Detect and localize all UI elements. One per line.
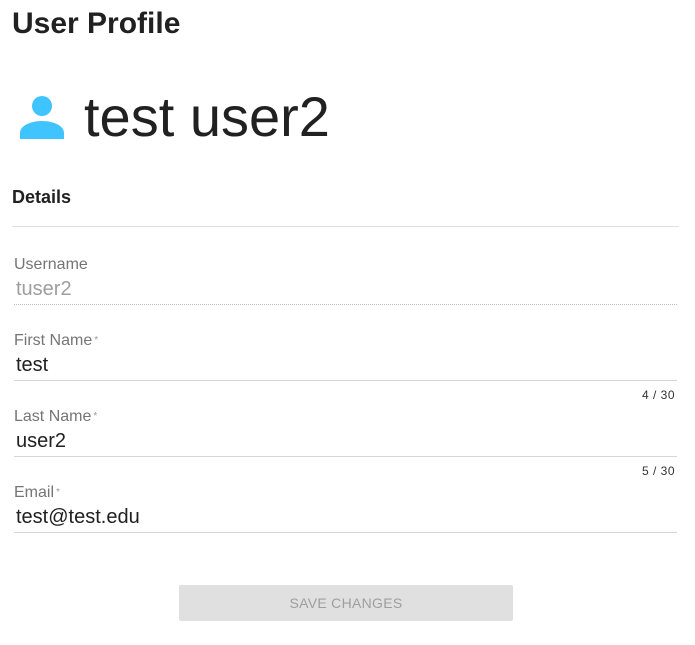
last-name-label: Last Name * [14, 408, 98, 425]
last-name-char-counter: 5 / 30 [641, 464, 675, 478]
required-marker: * [93, 411, 98, 422]
first-name-label: First Name * [14, 332, 99, 349]
first-name-char-counter: 4 / 30 [641, 388, 675, 402]
email-label: Email * [14, 484, 60, 501]
required-marker: * [94, 335, 99, 346]
person-icon [20, 96, 64, 139]
required-marker: * [56, 487, 60, 498]
last-name-input[interactable] [14, 427, 677, 457]
username-input [14, 275, 677, 305]
profile-header: test user2 [20, 82, 330, 152]
profile-display-name: test user2 [84, 85, 330, 148]
username-label: Username [14, 256, 88, 273]
save-changes-button[interactable]: SAVE CHANGES [179, 585, 513, 621]
email-input[interactable] [14, 503, 677, 533]
first-name-input[interactable] [14, 351, 677, 381]
username-field: Username [14, 255, 677, 305]
details-section-title: Details [12, 187, 72, 207]
email-field: Email * [14, 483, 677, 533]
last-name-field: Last Name* 5 / 30 [14, 407, 677, 478]
page-title: User Profile [12, 7, 181, 40]
first-name-field: First Name* 4 / 30 [14, 331, 677, 402]
section-divider [12, 226, 679, 227]
